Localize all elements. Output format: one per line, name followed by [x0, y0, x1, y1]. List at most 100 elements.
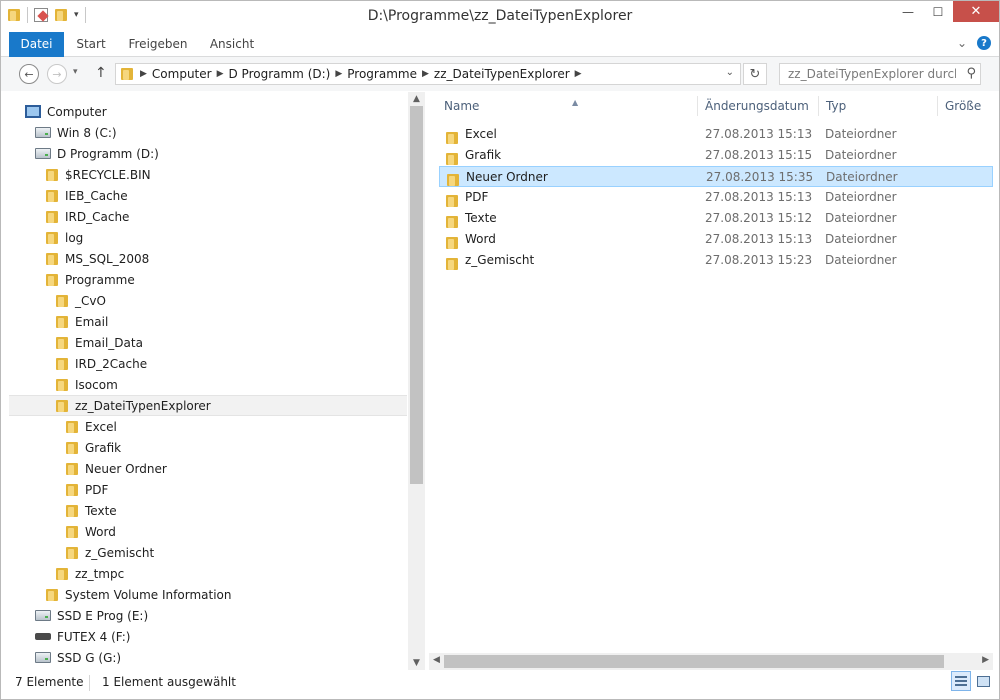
search-input[interactable]	[780, 64, 956, 84]
file-modified-date: 27.08.2013 15:15	[705, 148, 813, 162]
drive-icon	[35, 127, 51, 138]
address-bar[interactable]: ▶ Computer ▶ D Programm (D:) ▶ Programme…	[115, 63, 741, 85]
nav-tree-item[interactable]: D Programm (D:)	[9, 143, 407, 164]
breadcrumb-programme[interactable]: Programme	[342, 67, 422, 81]
details-view-button[interactable]	[951, 671, 971, 691]
navigation-pane-scrollbar[interactable]: ▲ ▼	[408, 92, 425, 670]
folder-icon	[65, 525, 79, 539]
column-header-label: Name	[444, 99, 480, 113]
file-row[interactable]: z_Gemischt 27.08.2013 15:23 Dateiordner	[439, 250, 993, 271]
file-list-scrollbar[interactable]: ◀ ▶	[429, 653, 993, 670]
nav-tree-item[interactable]: PDF	[9, 479, 407, 500]
nav-tree-item[interactable]: FUTEX 4 (F:)	[9, 626, 407, 647]
scroll-down-icon[interactable]: ▼	[408, 658, 425, 668]
breadcrumb-chevron-icon[interactable]: ▶	[335, 69, 342, 79]
file-row[interactable]: Neuer Ordner 27.08.2013 15:35 Dateiordner	[439, 166, 993, 187]
breadcrumb-chevron-icon[interactable]: ▶	[217, 69, 224, 79]
breadcrumb-current-folder[interactable]: zz_DateiTypenExplorer	[429, 67, 575, 81]
selection-count: 1 Element ausgewählt	[102, 675, 236, 689]
tab-ansicht[interactable]: Ansicht	[201, 32, 263, 57]
computer-icon	[25, 105, 41, 118]
breadcrumb-chevron-icon[interactable]: ▶	[422, 69, 429, 79]
file-row[interactable]: PDF 27.08.2013 15:13 Dateiordner	[439, 187, 993, 208]
nav-tree-item[interactable]: IRD_2Cache	[9, 353, 407, 374]
file-list[interactable]: Name ▲ Änderungsdatum Typ Größe Excel 27.…	[429, 92, 993, 652]
navigation-pane[interactable]: Computer Win 8 (C:) D Programm (D:) $RECYCL…	[9, 92, 407, 670]
nav-tree-item[interactable]: SSD G (G:)	[9, 647, 407, 668]
scroll-left-icon[interactable]: ◀	[433, 655, 440, 665]
search-box[interactable]: ⚲	[779, 63, 981, 85]
nav-tree-item[interactable]: log	[9, 227, 407, 248]
column-header-name[interactable]: Name ▲	[437, 92, 697, 120]
breadcrumb-chevron-icon[interactable]: ▶	[575, 69, 582, 79]
breadcrumb-drive-d[interactable]: D Programm (D:)	[224, 67, 336, 81]
file-row[interactable]: Texte 27.08.2013 15:12 Dateiordner	[439, 208, 993, 229]
folder-icon	[45, 210, 59, 224]
help-icon[interactable]: ?	[977, 36, 991, 50]
nav-tree-item[interactable]: SSD E Prog (E:)	[9, 605, 407, 626]
folder-icon	[445, 131, 459, 145]
tab-datei[interactable]: Datei	[9, 32, 64, 57]
nav-tree-item[interactable]: MS_SQL_2008	[9, 248, 407, 269]
item-count: 7 Elemente	[15, 675, 84, 689]
nav-tree-item[interactable]: Excel	[9, 416, 407, 437]
file-modified-date: 27.08.2013 15:35	[706, 170, 814, 184]
nav-tree-item[interactable]: Win 8 (C:)	[9, 122, 407, 143]
nav-tree-item[interactable]: Isocom	[9, 374, 407, 395]
scroll-up-icon[interactable]: ▲	[408, 94, 425, 104]
nav-tree-item[interactable]: System Volume Information	[9, 584, 407, 605]
nav-tree-item[interactable]: Word	[9, 521, 407, 542]
scrollbar-thumb[interactable]	[410, 106, 423, 484]
nav-tree-item[interactable]: Grafik	[9, 437, 407, 458]
nav-tree-item[interactable]: IEB_Cache	[9, 185, 407, 206]
maximize-button[interactable]: ☐	[923, 1, 953, 22]
nav-tree-item[interactable]: Texte	[9, 500, 407, 521]
expand-ribbon-icon[interactable]: ⌄	[957, 36, 967, 50]
address-history-dropdown-icon[interactable]: ⌄	[726, 67, 734, 78]
tab-freigeben[interactable]: Freigeben	[125, 32, 191, 57]
nav-tree-item[interactable]: $RECYCLE.BIN	[9, 164, 407, 185]
nav-tree-item[interactable]: Computer	[9, 101, 407, 122]
tab-start[interactable]: Start	[67, 32, 115, 57]
large-icons-view-button[interactable]	[973, 671, 993, 691]
nav-tree-item[interactable]: Programme	[9, 269, 407, 290]
minimize-button[interactable]: —	[893, 1, 923, 22]
folder-icon	[45, 231, 59, 245]
file-row[interactable]: Excel 27.08.2013 15:13 Dateiordner	[439, 124, 993, 145]
file-name: PDF	[465, 190, 489, 204]
up-button[interactable]: ↑	[95, 65, 107, 81]
nav-tree-label: D Programm (D:)	[57, 146, 159, 161]
nav-tree-item[interactable]: Email	[9, 311, 407, 332]
column-header-size[interactable]: Größe	[938, 92, 993, 120]
nav-tree-item[interactable]: zz_tmpc	[9, 563, 407, 584]
nav-tree-item[interactable]: IRD_Cache	[9, 206, 407, 227]
nav-tree-label: IRD_2Cache	[75, 356, 148, 371]
refresh-button[interactable]: ↻	[743, 63, 767, 85]
file-row[interactable]: Grafik 27.08.2013 15:15 Dateiordner	[439, 145, 993, 166]
file-row[interactable]: Word 27.08.2013 15:13 Dateiordner	[439, 229, 993, 250]
recent-locations-icon[interactable]: ▾	[73, 67, 78, 77]
nav-tree-label: log	[65, 230, 84, 245]
nav-tree-label: Excel	[85, 419, 117, 434]
scroll-right-icon[interactable]: ▶	[982, 655, 989, 665]
folder-icon	[45, 273, 59, 287]
search-icon[interactable]: ⚲	[966, 66, 976, 81]
scrollbar-thumb[interactable]	[444, 655, 944, 668]
sort-ascending-icon: ▲	[572, 98, 579, 107]
column-header-date[interactable]: Änderungsdatum	[698, 92, 818, 120]
folder-icon	[65, 420, 79, 434]
usb-icon	[35, 633, 51, 640]
column-header-type[interactable]: Typ	[819, 92, 939, 120]
file-name: Neuer Ordner	[466, 170, 548, 184]
nav-tree-item[interactable]: zz_DateiTypenExplorer	[9, 395, 407, 416]
nav-tree-item[interactable]: z_Gemischt	[9, 542, 407, 563]
forward-button[interactable]: →	[47, 64, 67, 84]
close-button[interactable]: ✕	[953, 1, 999, 22]
nav-tree-item[interactable]: Neuer Ordner	[9, 458, 407, 479]
breadcrumb-computer[interactable]: Computer	[147, 67, 217, 81]
folder-icon	[55, 294, 69, 308]
back-button[interactable]: ←	[19, 64, 39, 84]
nav-tree-item[interactable]: Email_Data	[9, 332, 407, 353]
breadcrumb-chevron-icon[interactable]: ▶	[140, 69, 147, 79]
nav-tree-item[interactable]: _CvO	[9, 290, 407, 311]
